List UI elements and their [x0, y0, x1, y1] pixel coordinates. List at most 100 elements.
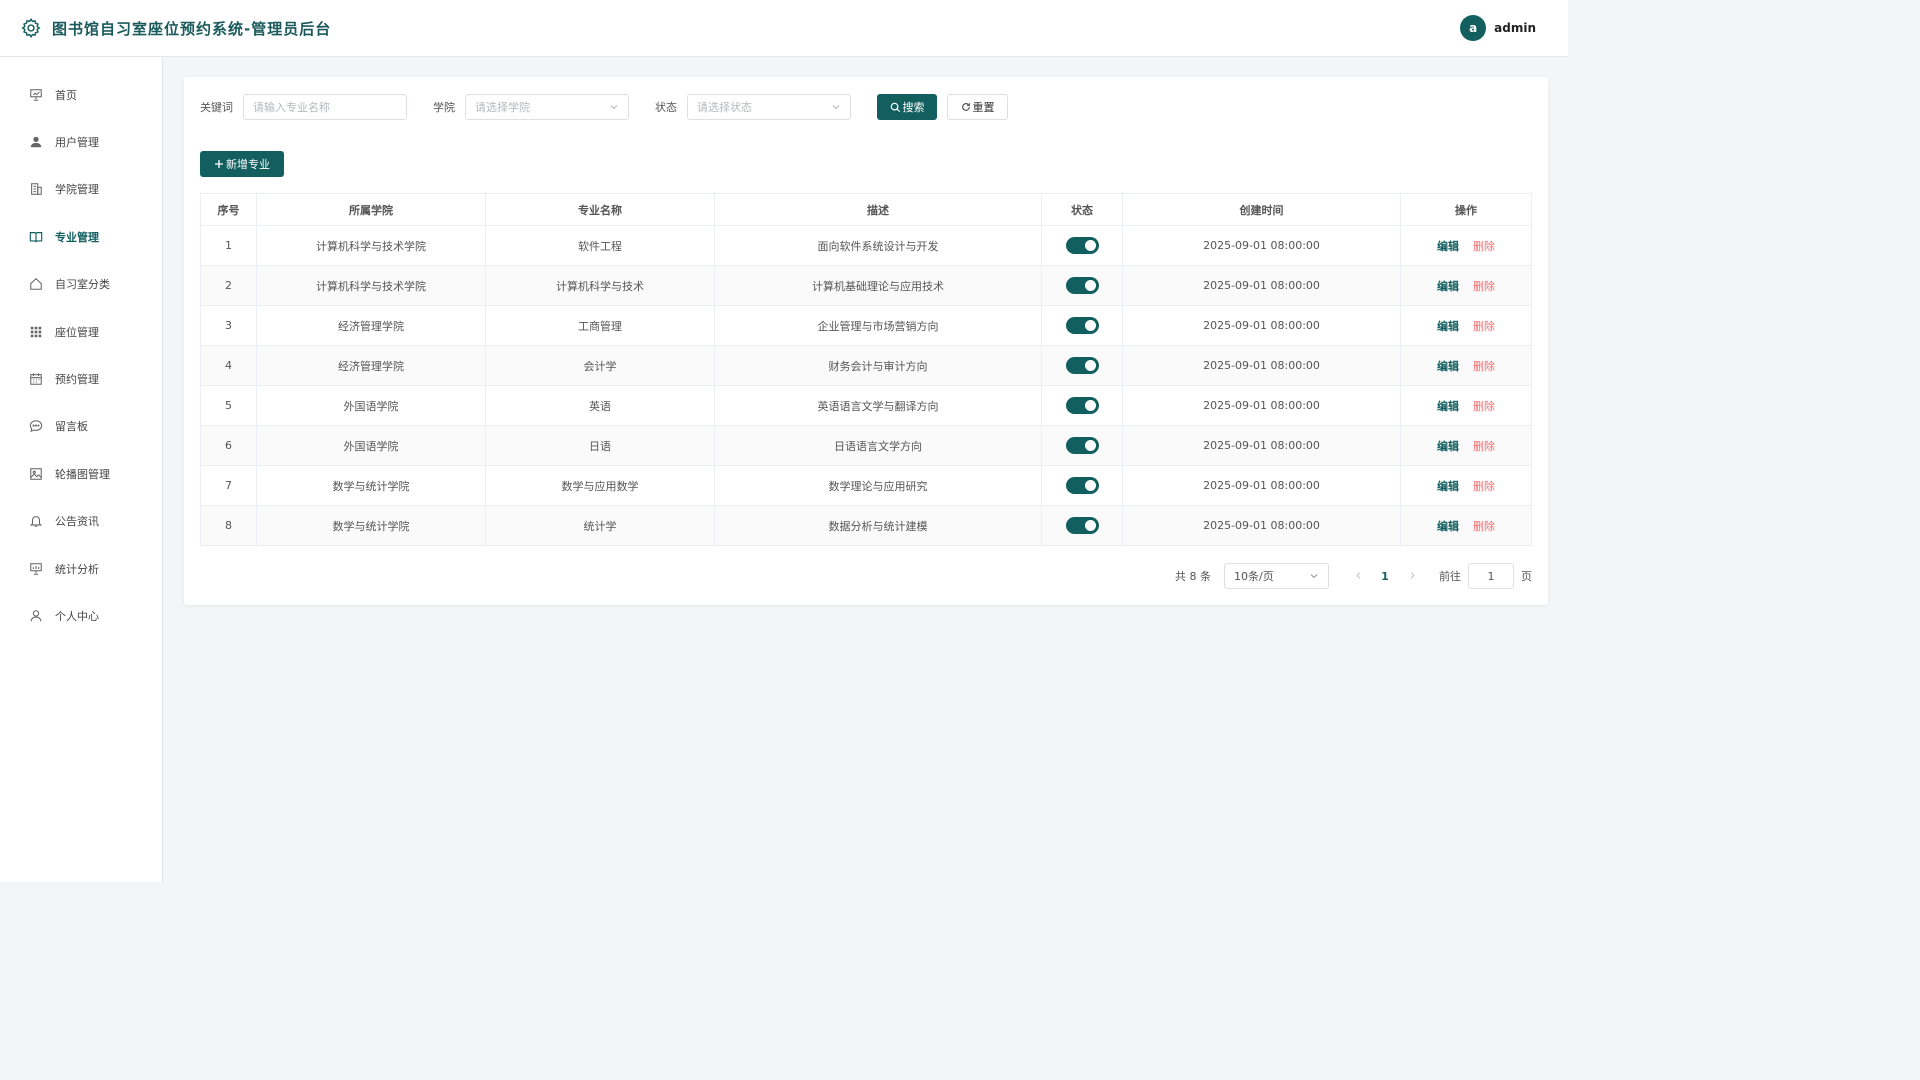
- row-college: 数学与统计学院: [256, 465, 486, 506]
- row-description: 企业管理与市场营销方向: [714, 305, 1042, 346]
- sidebar-item-label: 统计分析: [55, 562, 99, 576]
- status-toggle[interactable]: [1065, 517, 1099, 534]
- row-actions: 编辑 删除: [1400, 345, 1532, 386]
- column-header-description[interactable]: 描述: [714, 193, 1042, 226]
- column-header-college[interactable]: 所属学院: [256, 193, 486, 226]
- row-description: 英语语言文学与翻译方向: [714, 385, 1042, 426]
- row-status: [1041, 225, 1123, 266]
- delete-button[interactable]: 删除: [1473, 520, 1495, 533]
- sidebar-item-label: 留言板: [55, 420, 88, 434]
- delete-button[interactable]: 删除: [1473, 480, 1495, 493]
- sidebar-item-message-board[interactable]: 留言板: [0, 403, 162, 450]
- person-icon: [28, 608, 44, 624]
- row-college: 外国语学院: [256, 385, 486, 426]
- column-header-no[interactable]: 序号: [200, 193, 257, 226]
- add-major-button[interactable]: 新增专业: [200, 151, 284, 177]
- next-page-button[interactable]: [1401, 570, 1423, 583]
- sidebar-item-label: 自习室分类: [55, 278, 110, 292]
- edit-button[interactable]: 编辑: [1437, 520, 1459, 533]
- gear-icon[interactable]: [20, 17, 42, 39]
- sidebar-item-carousel[interactable]: 轮播图管理: [0, 450, 162, 497]
- home-icon: [28, 276, 44, 292]
- goto-label: 前往: [1439, 570, 1461, 583]
- edit-button[interactable]: 编辑: [1437, 320, 1459, 333]
- delete-button[interactable]: 删除: [1473, 240, 1495, 253]
- row-status: [1041, 385, 1123, 426]
- delete-button[interactable]: 删除: [1473, 320, 1495, 333]
- sidebar-item-label: 公告资讯: [55, 515, 99, 529]
- row-status: [1041, 345, 1123, 386]
- status-toggle[interactable]: [1065, 237, 1099, 254]
- row-status: [1041, 265, 1123, 306]
- sidebar-item-users[interactable]: 用户管理: [0, 118, 162, 165]
- edit-button[interactable]: 编辑: [1437, 480, 1459, 493]
- sidebar-item-reservations[interactable]: 预约管理: [0, 355, 162, 402]
- reset-button[interactable]: 重置: [947, 94, 1008, 120]
- row-description: 财务会计与审计方向: [714, 345, 1042, 386]
- status-toggle[interactable]: [1065, 397, 1099, 414]
- table-header-row: 序号 所属学院 专业名称 描述 状态 创建时间 操作: [200, 193, 1532, 226]
- row-created-time: 2025-09-01 08:00:00: [1122, 345, 1401, 386]
- search-button[interactable]: 搜索: [877, 94, 937, 120]
- edit-button[interactable]: 编辑: [1437, 360, 1459, 373]
- column-header-actions[interactable]: 操作: [1400, 193, 1532, 226]
- row-no: 5: [200, 385, 257, 426]
- sidebar-item-label: 专业管理: [55, 230, 99, 244]
- edit-button[interactable]: 编辑: [1437, 280, 1459, 293]
- sidebar-item-colleges[interactable]: 学院管理: [0, 166, 162, 213]
- page-size-select[interactable]: 10条/页: [1224, 563, 1329, 589]
- row-created-time: 2025-09-01 08:00:00: [1122, 425, 1401, 466]
- row-created-time: 2025-09-01 08:00:00: [1122, 505, 1401, 546]
- sidebar-item-statistics[interactable]: 统计分析: [0, 545, 162, 592]
- edit-button[interactable]: 编辑: [1437, 240, 1459, 253]
- column-header-status[interactable]: 状态: [1041, 193, 1123, 226]
- table-row: 3 经济管理学院 工商管理 企业管理与市场营销方向 2025-09-01 08:…: [200, 305, 1532, 346]
- avatar[interactable]: a: [1460, 15, 1487, 41]
- prev-page-button[interactable]: [1347, 570, 1369, 583]
- status-toggle[interactable]: [1065, 437, 1099, 454]
- goto-page-input[interactable]: 1: [1468, 563, 1514, 589]
- edit-button[interactable]: 编辑: [1437, 440, 1459, 453]
- sidebar-item-home[interactable]: 首页: [0, 71, 162, 118]
- status-select[interactable]: 请选择状态: [687, 94, 851, 120]
- row-major-name: 计算机科学与技术: [485, 265, 715, 306]
- row-actions: 编辑 删除: [1400, 425, 1532, 466]
- refresh-icon: [961, 102, 971, 112]
- sidebar-item-announcements[interactable]: 公告资讯: [0, 498, 162, 545]
- chat-icon: [28, 418, 44, 434]
- status-toggle[interactable]: [1065, 477, 1099, 494]
- delete-button[interactable]: 删除: [1473, 280, 1495, 293]
- sidebar-item-profile[interactable]: 个人中心: [0, 592, 162, 639]
- row-actions: 编辑 删除: [1400, 505, 1532, 546]
- status-toggle[interactable]: [1065, 357, 1099, 374]
- reset-button-label: 重置: [972, 101, 995, 114]
- status-toggle[interactable]: [1065, 317, 1099, 334]
- sidebar-item-seats[interactable]: 座位管理: [0, 308, 162, 355]
- status-label: 状态: [655, 101, 677, 114]
- delete-button[interactable]: 删除: [1473, 360, 1495, 373]
- username[interactable]: admin: [1494, 21, 1536, 35]
- status-toggle[interactable]: [1065, 277, 1099, 294]
- row-major-name: 统计学: [485, 505, 715, 546]
- user-menu[interactable]: a admin: [1460, 15, 1536, 41]
- major-management-panel: 关键词 请输入专业名称 学院 请选择学院 状态 请选择状态 搜索 重置 新增专业…: [184, 77, 1548, 605]
- delete-button[interactable]: 删除: [1473, 440, 1495, 453]
- delete-button[interactable]: 删除: [1473, 400, 1495, 413]
- sidebar-item-room-categories[interactable]: 自习室分类: [0, 261, 162, 308]
- row-college: 经济管理学院: [256, 345, 486, 386]
- search-icon: [890, 102, 901, 113]
- column-header-created-time[interactable]: 创建时间: [1122, 193, 1401, 226]
- row-actions: 编辑 删除: [1400, 265, 1532, 306]
- table-row: 7 数学与统计学院 数学与应用数学 数学理论与应用研究 2025-09-01 0…: [200, 465, 1532, 506]
- majors-table: 序号 所属学院 专业名称 描述 状态 创建时间 操作 1 计算机科学与技术学院 …: [200, 193, 1532, 546]
- row-no: 7: [200, 465, 257, 506]
- edit-button[interactable]: 编辑: [1437, 400, 1459, 413]
- keyword-input[interactable]: 请输入专业名称: [243, 94, 407, 120]
- top-header: 图书馆自习室座位预约系统-管理员后台 a admin: [0, 0, 1568, 57]
- page-number-current[interactable]: 1: [1369, 570, 1401, 583]
- sidebar-item-majors[interactable]: 专业管理: [0, 213, 162, 260]
- plus-icon: [214, 159, 224, 169]
- column-header-name[interactable]: 专业名称: [485, 193, 715, 226]
- college-select[interactable]: 请选择学院: [465, 94, 629, 120]
- sidebar-item-label: 个人中心: [55, 609, 99, 623]
